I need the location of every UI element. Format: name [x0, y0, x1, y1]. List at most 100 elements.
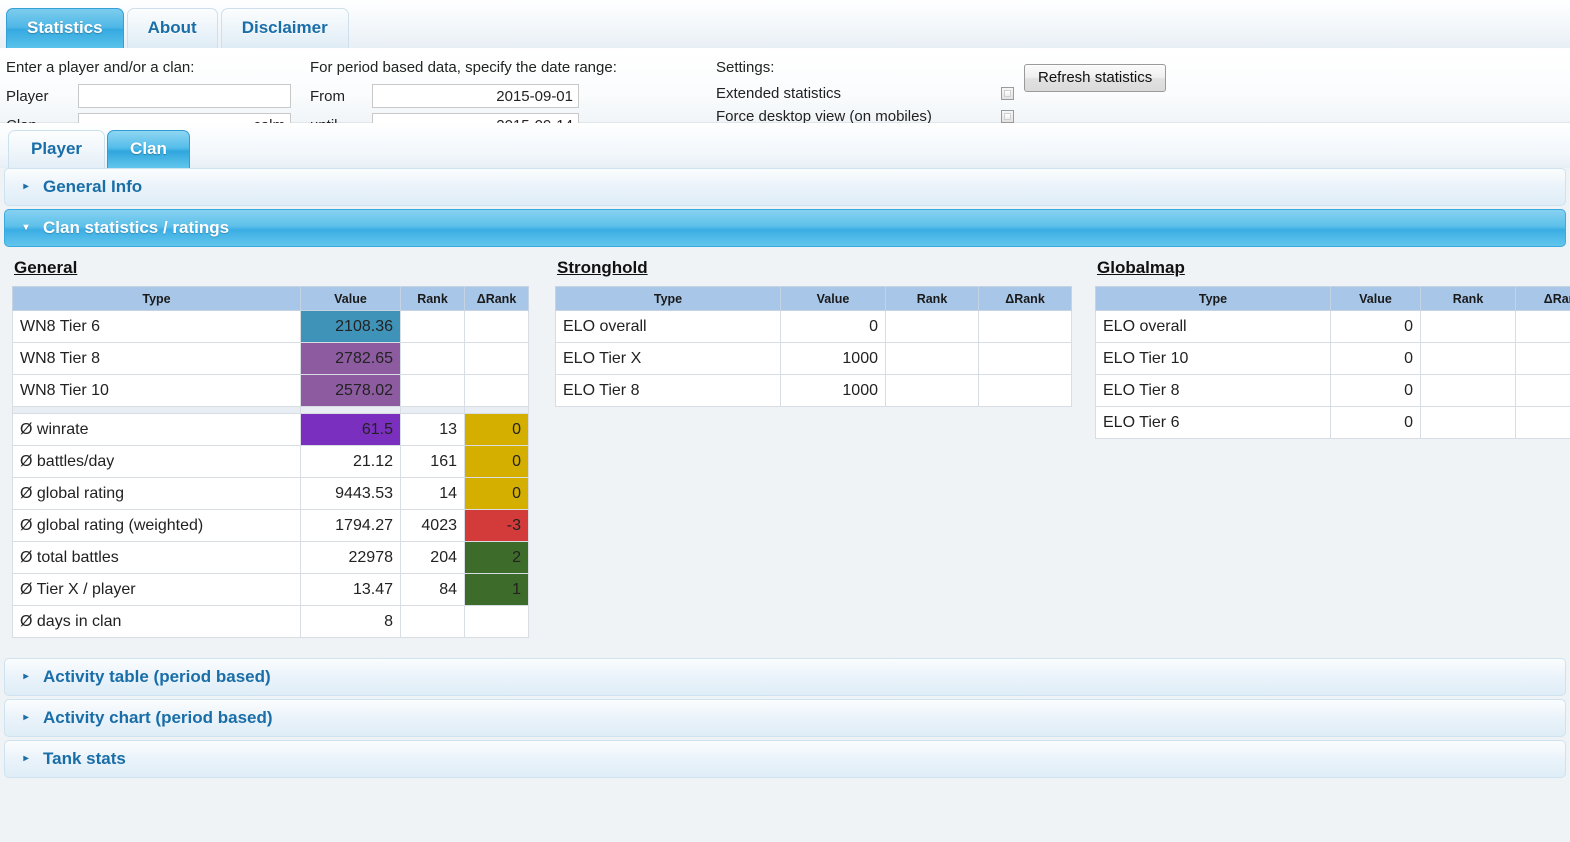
cell-rank: 4023	[400, 509, 465, 542]
table-row: Ø winrate 61.5 13 0	[12, 413, 529, 446]
cell-type: ELO overall	[1095, 310, 1331, 343]
spacer-cell	[12, 406, 301, 414]
cell-type: ELO Tier 10	[1095, 342, 1331, 375]
settings-rows: Extended statistics Force desktop view (…	[716, 82, 1016, 128]
cell-rank	[400, 605, 465, 638]
subtab-player[interactable]: Player	[8, 130, 106, 168]
accordion-general-info[interactable]: ▸ General Info	[4, 168, 1566, 206]
cell-drank	[1515, 406, 1570, 439]
cell-drank	[464, 310, 529, 343]
cell-rank	[400, 374, 465, 407]
cell-drank	[464, 374, 529, 407]
chevron-down-icon: ▾	[23, 222, 29, 233]
column-header-rank: Rank	[400, 286, 465, 311]
cell-type: ELO Tier X	[555, 342, 781, 375]
column-header-value: Value	[1330, 286, 1421, 311]
accordion-activity-table[interactable]: ▸ Activity table (period based)	[4, 658, 1566, 696]
subtab-clan[interactable]: Clan	[107, 130, 190, 168]
cell-value: 0	[1330, 374, 1421, 407]
cell-value: 2578.02	[300, 374, 401, 407]
cell-value: 0	[1330, 406, 1421, 439]
cell-drank	[978, 342, 1072, 375]
column-header-type: Type	[1095, 286, 1331, 311]
cell-rank: 13	[400, 413, 465, 446]
cell-type: ELO overall	[555, 310, 781, 343]
clan-accordion: ▸ General Info ▾ Clan statistics / ratin…	[0, 168, 1570, 778]
cell-type: ELO Tier 6	[1095, 406, 1331, 439]
accordion-tank-stats[interactable]: ▸ Tank stats	[4, 740, 1566, 778]
table-row: ELO Tier 6 0	[1095, 406, 1570, 439]
tab-about[interactable]: About	[126, 8, 218, 48]
settings-title: Settings:	[716, 59, 775, 76]
table-row: ELO overall 0	[1095, 310, 1570, 343]
column-header-value: Value	[300, 286, 401, 311]
cell-value: 13.47	[300, 573, 401, 606]
table-row: Ø global rating 9443.53 14 0	[12, 477, 529, 510]
table-row: Ø battles/day 21.12 161 0	[12, 445, 529, 478]
clan-statistics-body: General Type Value Rank ΔRank WN8 Tier 6…	[4, 250, 1570, 658]
refresh-statistics-label: Refresh statistics	[1038, 69, 1153, 86]
cell-value: 8	[300, 605, 401, 638]
table-row: ELO Tier 8 1000	[555, 374, 1072, 407]
from-date-input[interactable]	[372, 84, 579, 108]
cell-drank	[1515, 342, 1570, 375]
cell-rank: 84	[400, 573, 465, 606]
cell-rank	[885, 342, 979, 375]
cell-rank	[1420, 342, 1516, 375]
cell-value: 22978	[300, 541, 401, 574]
settings-group: Settings: Extended statistics Force desk…	[716, 59, 1016, 128]
column-header-drank: ΔRank	[1515, 286, 1570, 311]
globalmap-table-caption: Globalmap	[1097, 258, 1185, 277]
stronghold-table: Type Value Rank ΔRank ELO overall 0 ELO …	[555, 286, 1072, 407]
cell-value: 9443.53	[300, 477, 401, 510]
cell-type: Ø total battles	[12, 541, 301, 574]
general-table: Type Value Rank ΔRank WN8 Tier 6 2108.36	[12, 286, 529, 638]
cell-value: 1794.27	[300, 509, 401, 542]
cell-drank	[978, 374, 1072, 407]
accordion-activity-chart[interactable]: ▸ Activity chart (period based)	[4, 699, 1566, 737]
player-label: Player	[6, 87, 49, 105]
cell-drank	[978, 310, 1072, 343]
subtab-player-label: Player	[31, 139, 83, 159]
table-row: ELO overall 0	[555, 310, 1072, 343]
column-header-type: Type	[12, 286, 301, 311]
tab-statistics[interactable]: Statistics	[6, 8, 124, 48]
cell-value: 0	[1330, 342, 1421, 375]
cell-drank	[1515, 310, 1570, 343]
cell-rank	[400, 342, 465, 375]
cell-value: 0	[780, 310, 886, 343]
cell-type: Ø Tier X / player	[12, 573, 301, 606]
tab-disclaimer-label: Disclaimer	[241, 18, 328, 38]
column-header-type: Type	[555, 286, 781, 311]
accordion-clan-statistics-label: Clan statistics / ratings	[43, 218, 230, 237]
globalmap-table-header-row: Type Value Rank ΔRank	[1095, 286, 1570, 311]
cell-rank	[1420, 310, 1516, 343]
player-input[interactable]	[78, 84, 291, 108]
tab-disclaimer[interactable]: Disclaimer	[220, 8, 349, 48]
extended-statistics-checkbox[interactable]	[1001, 87, 1014, 100]
cell-rank	[885, 374, 979, 407]
accordion-clan-statistics[interactable]: ▾ Clan statistics / ratings	[4, 209, 1566, 247]
chevron-right-icon: ▸	[23, 181, 29, 192]
table-row: WN8 Tier 6 2108.36	[12, 310, 529, 343]
refresh-statistics-button[interactable]: Refresh statistics	[1024, 64, 1167, 92]
force-desktop-checkbox[interactable]	[1001, 110, 1014, 123]
cell-rank	[400, 310, 465, 343]
cell-drank: -3	[464, 509, 529, 542]
cell-rank	[1420, 374, 1516, 407]
top-tab-list: Statistics About Disclaimer	[6, 8, 349, 48]
tab-statistics-label: Statistics	[27, 18, 103, 38]
globalmap-table-block: Globalmap Type Value Rank ΔRank ELO ov	[1095, 258, 1570, 439]
cell-value: 61.5	[300, 413, 401, 446]
tab-about-label: About	[147, 18, 197, 38]
cell-type: Ø winrate	[12, 413, 301, 446]
cell-drank: 2	[464, 541, 529, 574]
cell-drank	[464, 605, 529, 638]
cell-type: ELO Tier 8	[555, 374, 781, 407]
cell-rank: 161	[400, 445, 465, 478]
from-label: From	[310, 87, 345, 105]
cell-value: 21.12	[300, 445, 401, 478]
cell-value: 2782.65	[300, 342, 401, 375]
cell-type: Ø battles/day	[12, 445, 301, 478]
general-table-header-row: Type Value Rank ΔRank	[12, 286, 529, 311]
